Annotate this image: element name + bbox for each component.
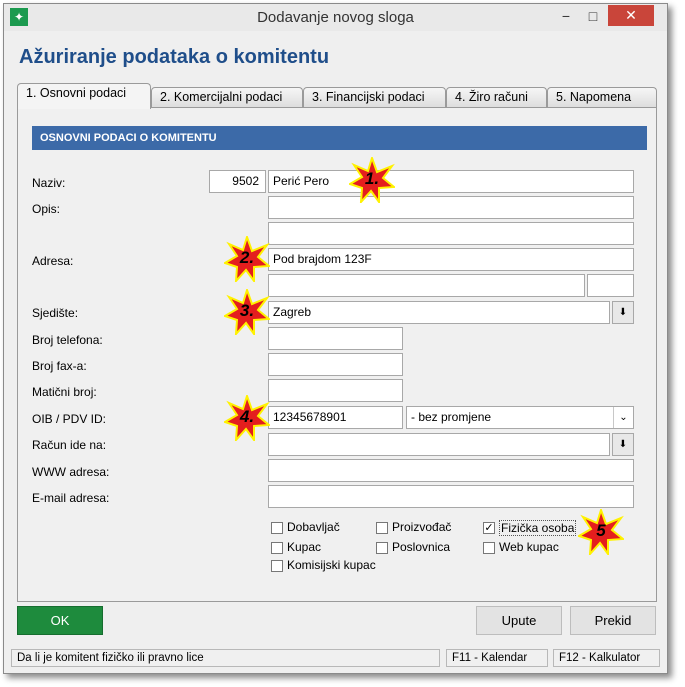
proizvodac-checkbox[interactable] xyxy=(376,522,388,534)
maximize-button[interactable]: □ xyxy=(580,6,606,28)
fizicka-osoba-label: Fizička osoba xyxy=(499,520,577,536)
telefon-field[interactable] xyxy=(268,327,403,350)
opis-label: Opis: xyxy=(32,202,61,216)
marker-5-label: 5 xyxy=(596,521,606,540)
marker-1-label: 1. xyxy=(364,169,380,188)
sjediste-field[interactable]: Zagreb xyxy=(268,301,610,324)
tab-napomena[interactable]: 5. Napomena xyxy=(547,87,657,108)
close-button[interactable]: ✕ xyxy=(608,5,654,26)
status-f12: F12 - Kalkulator xyxy=(553,649,660,667)
adresa-label: Adresa: xyxy=(32,254,74,268)
tab-panel: OSNOVNI PODACI O KOMITENTU Naziv: 9502 P… xyxy=(17,107,657,602)
opis-field-2[interactable] xyxy=(268,222,634,245)
oib-label: OIB / PDV ID: xyxy=(32,412,107,426)
status-f11: F11 - Kalendar xyxy=(446,649,548,667)
marker-2: 2. xyxy=(222,233,272,285)
adresa-field[interactable]: Pod brajdom 123F xyxy=(268,248,634,271)
download-arrow-icon: ⬇ xyxy=(618,439,628,450)
tab-ziro-racuni[interactable]: 4. Žiro računi xyxy=(446,87,547,108)
maticni-field[interactable] xyxy=(268,379,403,402)
kupac-label: Kupac xyxy=(287,540,322,554)
minimize-button[interactable]: − xyxy=(553,6,579,28)
adresa-field-2[interactable] xyxy=(268,274,585,297)
marker-2-label: 2. xyxy=(239,248,255,267)
naziv-field[interactable]: Perić Pero xyxy=(268,170,634,193)
web-kupac-label: Web kupac xyxy=(499,540,559,554)
chevron-down-icon: ⌄ xyxy=(613,407,633,428)
prekid-button[interactable]: Prekid xyxy=(570,606,656,635)
ok-button[interactable]: OK xyxy=(17,606,103,635)
dialog-window: ✦ Dodavanje novog sloga − □ ✕ Ažuriranje… xyxy=(3,3,668,674)
sjediste-label: Sjedište: xyxy=(32,306,79,320)
status-bar: Da li je komitent fizičko ili pravno lic… xyxy=(11,649,660,669)
maticni-label: Matični broj: xyxy=(32,385,97,399)
marker-3: 3. xyxy=(222,286,272,338)
tab-financijski-podaci[interactable]: 3. Financijski podaci xyxy=(303,87,446,108)
tab-komercijalni-podaci[interactable]: 2. Komercijalni podaci xyxy=(151,87,303,108)
sjediste-lookup-button[interactable]: ⬇ xyxy=(612,301,634,324)
status-hint: Da li je komitent fizičko ili pravno lic… xyxy=(11,649,440,667)
marker-1: 1. xyxy=(347,154,397,206)
close-icon: ✕ xyxy=(625,7,637,23)
naziv-code-field[interactable]: 9502 xyxy=(209,170,266,193)
download-arrow-icon: ⬇ xyxy=(618,307,628,318)
www-field[interactable] xyxy=(268,459,634,482)
dobavljac-label: Dobavljač xyxy=(287,520,340,534)
www-label: WWW adresa: xyxy=(32,465,110,479)
proizvodac-label: Proizvođač xyxy=(392,520,452,534)
fizicka-osoba-checkbox[interactable]: ✓ xyxy=(483,522,495,534)
fax-field[interactable] xyxy=(268,353,403,376)
pdv-select[interactable]: - bez promjene ⌄ xyxy=(406,406,634,429)
racun-field[interactable] xyxy=(268,433,610,456)
naziv-label: Naziv: xyxy=(32,176,66,190)
email-label: E-mail adresa: xyxy=(32,491,110,505)
opis-field[interactable] xyxy=(268,196,634,219)
email-field[interactable] xyxy=(268,485,634,508)
komisijski-kupac-label: Komisijski kupac xyxy=(287,558,376,572)
marker-4-label: 4. xyxy=(239,407,255,426)
web-kupac-checkbox[interactable] xyxy=(483,542,495,554)
komisijski-kupac-checkbox[interactable] xyxy=(271,560,283,572)
telefon-label: Broj telefona: xyxy=(32,333,103,347)
racun-lookup-button[interactable]: ⬇ xyxy=(612,433,634,456)
dobavljac-checkbox[interactable] xyxy=(271,522,283,534)
marker-5: 5 xyxy=(576,506,626,558)
pdv-select-value: - bez promjene xyxy=(411,410,492,424)
kupac-checkbox[interactable] xyxy=(271,542,283,554)
section-header: OSNOVNI PODACI O KOMITENTU xyxy=(32,126,647,150)
title-bar: ✦ Dodavanje novog sloga − □ ✕ xyxy=(4,4,667,31)
tab-osnovni-podaci[interactable]: 1. Osnovni podaci xyxy=(17,83,151,109)
racun-label: Račun ide na: xyxy=(32,438,107,452)
oib-field[interactable]: 12345678901 xyxy=(268,406,403,429)
fax-label: Broj fax-a: xyxy=(32,359,87,373)
poslovnica-checkbox[interactable] xyxy=(376,542,388,554)
poslovnica-label: Poslovnica xyxy=(392,540,451,554)
page-title: Ažuriranje podataka o komitentu xyxy=(19,46,330,68)
upute-button[interactable]: Upute xyxy=(476,606,562,635)
marker-3-label: 3. xyxy=(239,301,255,320)
marker-4: 4. xyxy=(222,392,272,444)
postal-field[interactable] xyxy=(587,274,634,297)
